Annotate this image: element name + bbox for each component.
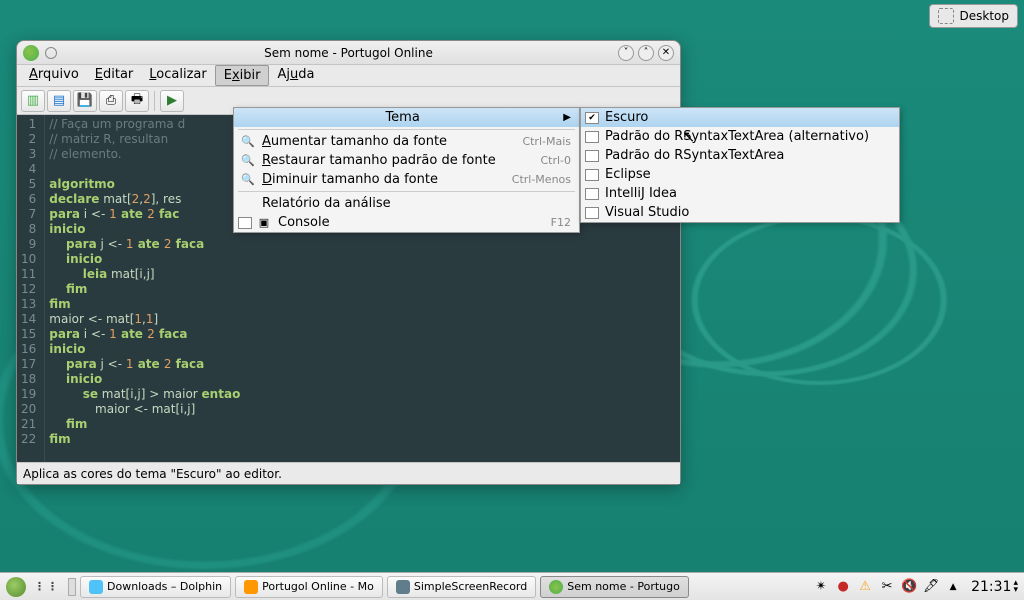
menu-item-report[interactable]: Relatório da análise: [234, 194, 579, 213]
window-title: Sem nome - Portugol Online: [264, 46, 433, 60]
taskbar-handle[interactable]: [68, 578, 76, 596]
recorder-icon: [396, 580, 410, 594]
menu-item-zoom-in[interactable]: 🔍 AAumentar tamanho da fonteumentar tama…: [234, 132, 579, 151]
menu-exibir-dropdown: Tema ▶ 🔍 AAumentar tamanho da fonteument…: [233, 107, 580, 233]
menu-item-zoom-reset[interactable]: 🔍 Restaurar tamanho padrão de fonte Ctrl…: [234, 151, 579, 170]
task-browser[interactable]: Portugol Online - Mo: [235, 576, 383, 598]
checkbox-icon: [585, 150, 599, 162]
menu-item-tema-intellij[interactable]: IntelliJ Idea: [581, 184, 899, 203]
tray-volume-icon[interactable]: 🔇: [901, 579, 917, 595]
task-downloads[interactable]: Downloads – Dolphin: [80, 576, 231, 598]
submenu-arrow-icon: ▶: [563, 112, 571, 123]
save-button[interactable]: 💾: [73, 90, 97, 112]
tray-warning-icon[interactable]: ⚠: [857, 579, 873, 595]
open-icon: ▤: [53, 93, 65, 108]
toolbar-sep: [154, 91, 155, 111]
statusbar: Aplica as cores do tema "Escuro" ao edit…: [17, 462, 680, 484]
saveas-icon: ⎙: [106, 93, 116, 108]
clock[interactable]: 21:31▴▾: [971, 579, 1018, 595]
tray-network-icon[interactable]: 🖋: [923, 579, 939, 595]
maximize-button[interactable]: ˄: [638, 45, 654, 61]
pager-label: Desktop: [960, 9, 1010, 23]
save-icon: 💾: [77, 93, 93, 108]
task-portugol[interactable]: Sem nome - Portugo: [540, 576, 689, 598]
portugol-icon: [549, 580, 563, 594]
code-area[interactable]: // Faça um programa d // matriz R, resul…: [45, 115, 244, 462]
new-icon: ▥: [27, 93, 39, 108]
run-button[interactable]: ▶: [160, 90, 184, 112]
firefox-icon: [244, 580, 258, 594]
menu-separator: [238, 191, 575, 192]
app-icon: [23, 45, 39, 61]
zoom-in-icon: 🔍: [238, 135, 258, 148]
menu-editar[interactable]: Editar: [87, 65, 142, 86]
system-tray: ✴ ● ⚠ ✂ 🔇 🖋 ▲ 21:31▴▾: [813, 579, 1018, 595]
menu-ajuda[interactable]: Ajuda: [269, 65, 322, 86]
status-text: Aplica as cores do tema "Escuro" ao edit…: [23, 467, 282, 481]
checkbox-icon: [585, 207, 599, 219]
console-icon: ▣: [254, 216, 274, 229]
checkbox-checked-icon: ✔: [585, 112, 599, 124]
desktop-pager[interactable]: Desktop: [929, 4, 1019, 28]
new-button[interactable]: ▥: [21, 90, 45, 112]
checkbox-icon: [585, 131, 599, 143]
taskbar: ⋮⋮ Downloads – Dolphin Portugol Online -…: [0, 572, 1024, 600]
menu-item-tema-eclipse[interactable]: Eclipse: [581, 165, 899, 184]
menubar: Arquivo Editar Localizar Exibir Ajuda: [17, 65, 680, 87]
zoom-out-icon: 🔍: [238, 173, 258, 186]
menu-item-zoom-out[interactable]: 🔍 Diminuir tamanho da fonte Ctrl-Menos: [234, 170, 579, 189]
saveas-button[interactable]: ⎙: [99, 90, 123, 112]
task-recorder[interactable]: SimpleScreenRecord: [387, 576, 536, 598]
menu-item-tema-vs[interactable]: Visual Studio: [581, 203, 899, 222]
dolphin-icon: [89, 580, 103, 594]
menu-item-console[interactable]: ▣ Console F12: [234, 213, 579, 232]
menu-tema-submenu: ✔ Escuro Padrão do RSyntaxTextArea (alte…: [580, 107, 900, 223]
menu-item-tema-escuro[interactable]: ✔ Escuro: [581, 108, 899, 127]
quicklaunch-icon[interactable]: ⋮⋮: [34, 580, 60, 593]
menu-arquivo[interactable]: Arquivo: [21, 65, 87, 86]
start-button[interactable]: [6, 577, 26, 597]
zoom-reset-icon: 🔍: [238, 154, 258, 167]
pin-icon[interactable]: [45, 47, 57, 59]
close-button[interactable]: ✕: [658, 45, 674, 61]
menu-exibir[interactable]: Exibir: [215, 65, 270, 86]
checkbox-icon: [585, 188, 599, 200]
menu-item-tema-rsyntax[interactable]: Padrão do RSyntaxTextArea: [581, 146, 899, 165]
checkbox-icon: [238, 217, 252, 229]
menu-localizar[interactable]: Localizar: [141, 65, 214, 86]
print-icon: 🖶: [131, 90, 143, 112]
titlebar[interactable]: Sem nome - Portugol Online ˅ ˄ ✕: [17, 41, 680, 65]
tray-expand-icon[interactable]: ▲: [945, 579, 961, 595]
tray-update-icon[interactable]: ✴: [813, 579, 829, 595]
open-button[interactable]: ▤: [47, 90, 71, 112]
print-button[interactable]: 🖶: [125, 90, 149, 112]
tray-clipboard-icon[interactable]: ✂: [879, 579, 895, 595]
checkbox-icon: [585, 169, 599, 181]
menu-item-tema-rsyntax-alt[interactable]: Padrão do RSyntaxTextArea (alternativo): [581, 127, 899, 146]
play-icon: ▶: [167, 93, 177, 108]
minimize-button[interactable]: ˅: [618, 45, 634, 61]
tray-record-icon[interactable]: ●: [835, 579, 851, 595]
menu-item-tema[interactable]: Tema ▶: [234, 108, 579, 127]
line-gutter: 12345678910111213141516171819202122: [17, 115, 45, 462]
menu-separator: [238, 129, 575, 130]
